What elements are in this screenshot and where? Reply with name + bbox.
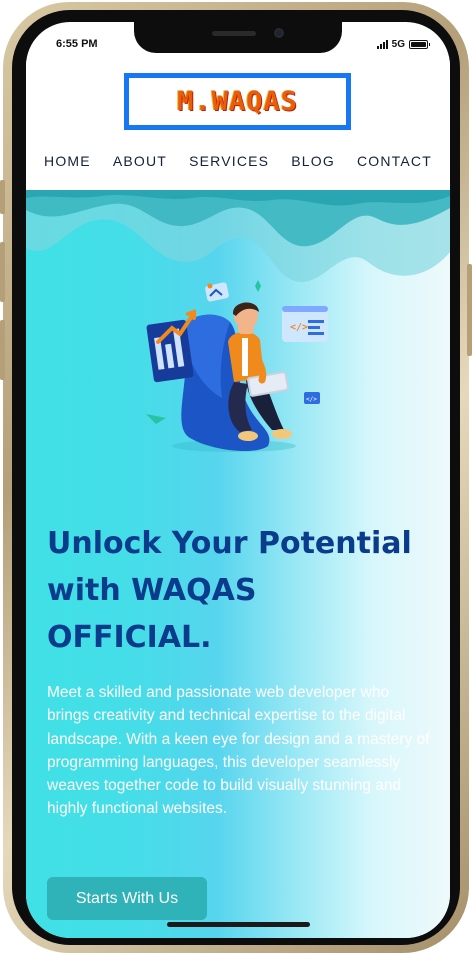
notch: [134, 22, 342, 53]
hero-title-line3: OFFICIAL.: [47, 620, 212, 655]
svg-text:</>: </>: [290, 322, 308, 333]
svg-text:</>: </>: [306, 396, 317, 403]
home-indicator[interactable]: [167, 922, 310, 927]
status-indicators: 5G: [376, 39, 430, 50]
status-time: 6:55 PM: [56, 38, 98, 50]
speaker-grille: [212, 31, 256, 36]
logo-text: M.WAQAS: [177, 86, 298, 117]
nav-contact[interactable]: CONTACT: [357, 153, 432, 169]
nav-blog[interactable]: BLOG: [291, 153, 335, 169]
volume-up-button: [0, 242, 5, 302]
volume-down-button: [0, 320, 5, 380]
front-camera: [274, 28, 284, 38]
main-nav: HOME ABOUT SERVICES BLOG CONTACT: [26, 153, 450, 169]
hero-title-line1: Unlock Your Potential: [47, 526, 412, 561]
site-logo[interactable]: M.WAQAS: [124, 73, 351, 130]
power-button: [467, 264, 472, 356]
starts-with-us-button[interactable]: Starts With Us: [47, 877, 207, 920]
device-screen: 6:55 PM 5G M.WAQAS HOME ABOUT SERVICES B…: [26, 22, 450, 938]
nav-services[interactable]: SERVICES: [189, 153, 269, 169]
battery-icon: [409, 40, 430, 49]
hero-title: Unlock Your Potential with WAQAS OFFICIA…: [47, 520, 437, 661]
hero-section: </> </> Unlock Your Potential with WAQAS…: [26, 190, 450, 938]
nav-about[interactable]: ABOUT: [113, 153, 167, 169]
network-label: 5G: [391, 39, 405, 50]
hero-description: Meet a skilled and passionate web develo…: [47, 684, 430, 818]
nav-home[interactable]: HOME: [44, 153, 91, 169]
silent-switch: [0, 180, 5, 214]
developer-illustration: </> </>: [146, 280, 328, 452]
site-header: M.WAQAS HOME ABOUT SERVICES BLOG CONTACT: [26, 60, 450, 190]
signal-icon: [376, 40, 388, 49]
hero-title-line2: with WAQAS: [47, 573, 257, 608]
